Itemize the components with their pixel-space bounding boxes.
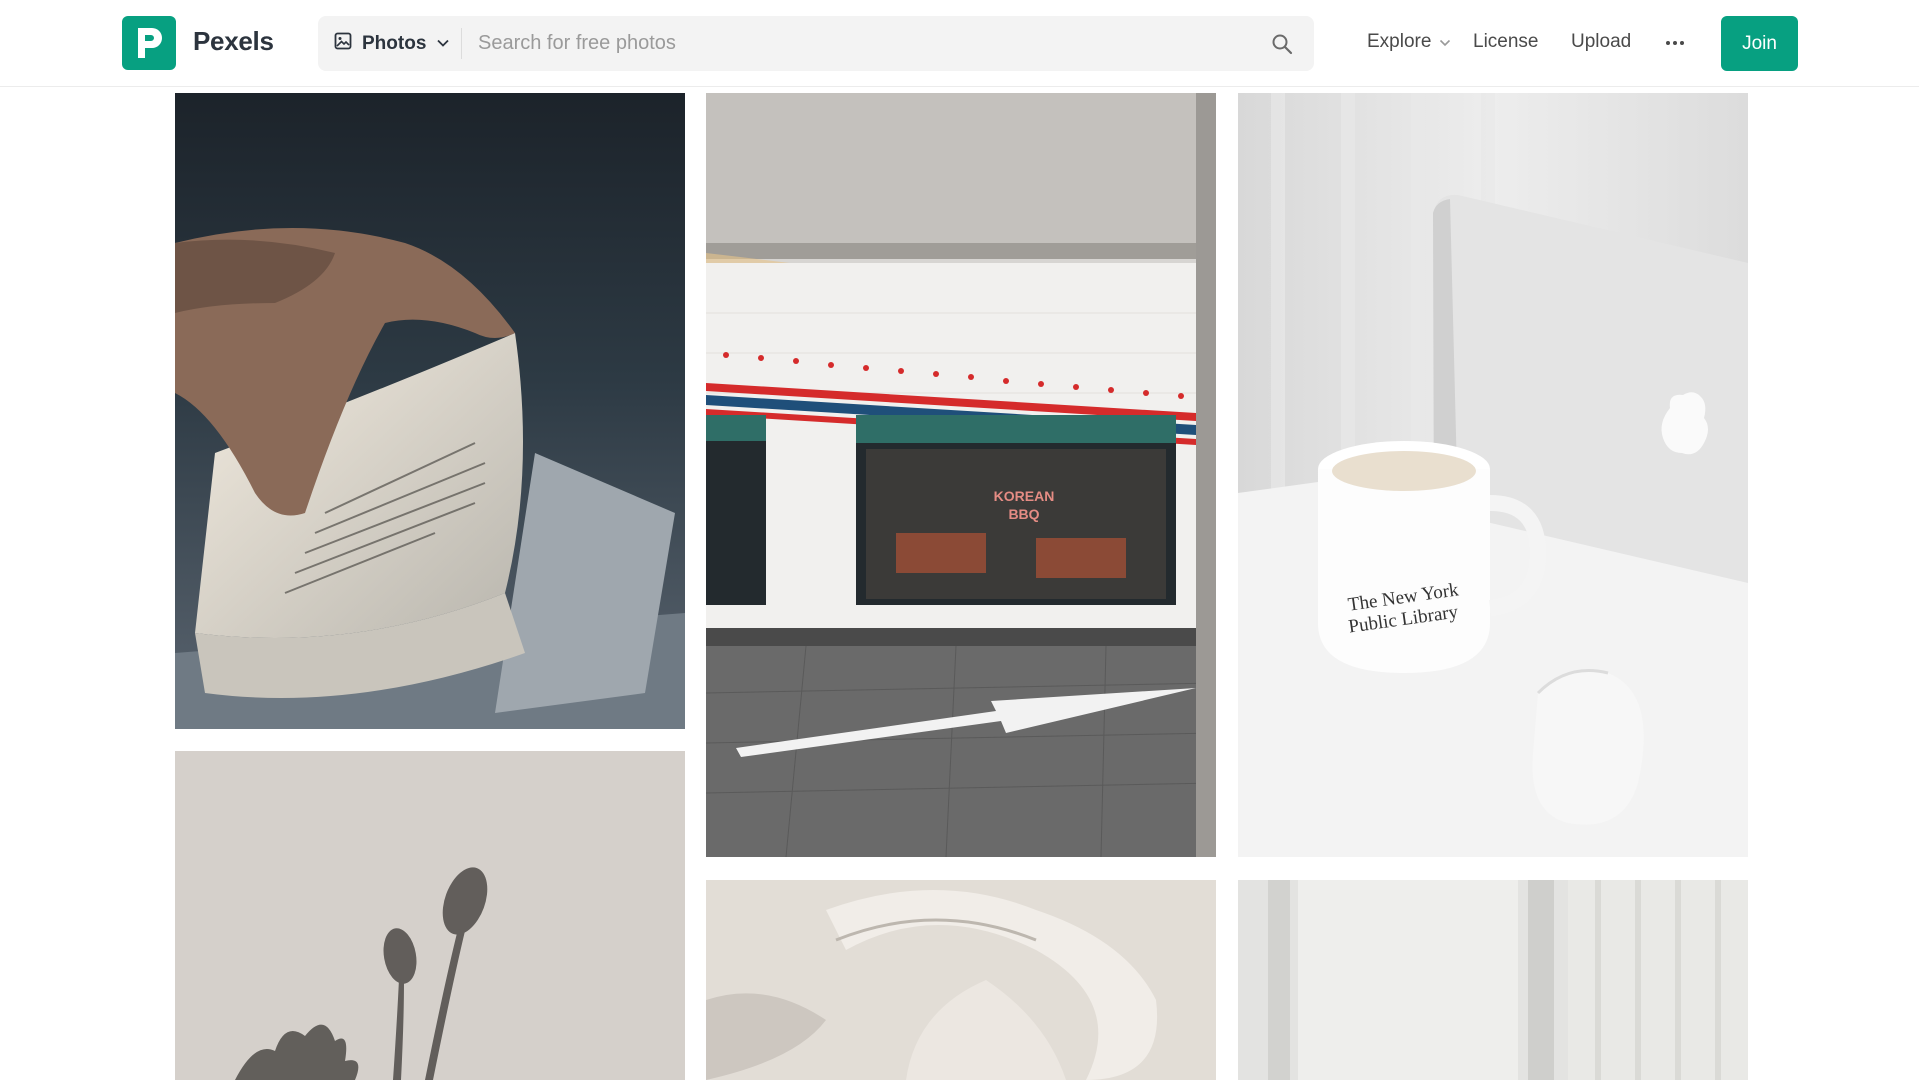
photo-white-fabric[interactable] (706, 880, 1216, 1080)
photo-korean-bbq-storefront[interactable]: KOREAN BBQ (706, 93, 1216, 857)
svg-text:BBQ: BBQ (1008, 506, 1039, 522)
search-bar: Photos (318, 16, 1314, 71)
photo-flower-shadow-wall[interactable] (175, 751, 685, 1080)
media-type-select[interactable]: Photos (318, 16, 461, 71)
more-dots-icon[interactable] (1660, 30, 1690, 56)
search-input[interactable] (478, 16, 1258, 71)
photo-white-curtain-wall[interactable] (1238, 880, 1748, 1080)
chevron-down-icon (1439, 31, 1451, 53)
search-divider (461, 28, 462, 59)
chevron-down-icon (436, 35, 450, 53)
nav-upload[interactable]: Upload (1571, 31, 1631, 53)
image-icon (334, 32, 352, 55)
photo-nyc-library-mug-laptop[interactable]: The New York Public Library (1238, 93, 1748, 857)
brand-name[interactable]: Pexels (193, 26, 274, 57)
media-type-label: Photos (362, 32, 427, 54)
join-button[interactable]: Join (1721, 16, 1798, 71)
nav-explore-label: Explore (1367, 31, 1432, 52)
nav-explore[interactable]: Explore (1367, 31, 1451, 53)
pexels-logo-icon[interactable] (122, 16, 176, 70)
top-navbar: Pexels Photos Search for free photos Exp… (0, 0, 1919, 87)
nav-license[interactable]: License (1473, 31, 1539, 53)
storefront-sign-text: KOREAN (994, 488, 1055, 504)
photo-book-pages[interactable] (175, 93, 685, 729)
search-icon[interactable] (1267, 29, 1297, 59)
